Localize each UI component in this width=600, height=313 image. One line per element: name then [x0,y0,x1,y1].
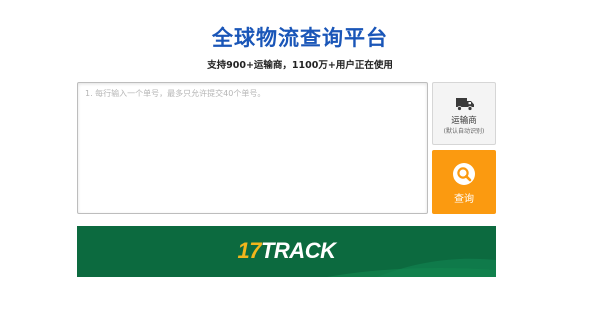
search-button[interactable]: 查询 [432,150,496,214]
carrier-label: 运输商 [451,116,477,126]
search-icon [453,163,475,185]
brand-logo: 17TRACK [77,237,496,265]
search-label: 查询 [454,194,474,205]
brand-banner[interactable]: 17TRACK [77,226,496,277]
page-subtitle: 支持900+运输商，1100万+用户正在使用 [207,60,393,71]
carrier-hint: (默认自动识别) [443,128,485,135]
logo-text: TRACK [260,238,336,263]
tracking-page: 全球物流查询平台 支持900+运输商，1100万+用户正在使用 运输商 (默认自… [0,0,600,313]
carrier-select-button[interactable]: 运输商 (默认自动识别) [432,82,496,145]
page-title: 全球物流查询平台 [212,26,388,50]
truck-icon [456,98,474,111]
logo-number: 17 [237,238,262,263]
tracking-number-input[interactable] [77,82,428,214]
